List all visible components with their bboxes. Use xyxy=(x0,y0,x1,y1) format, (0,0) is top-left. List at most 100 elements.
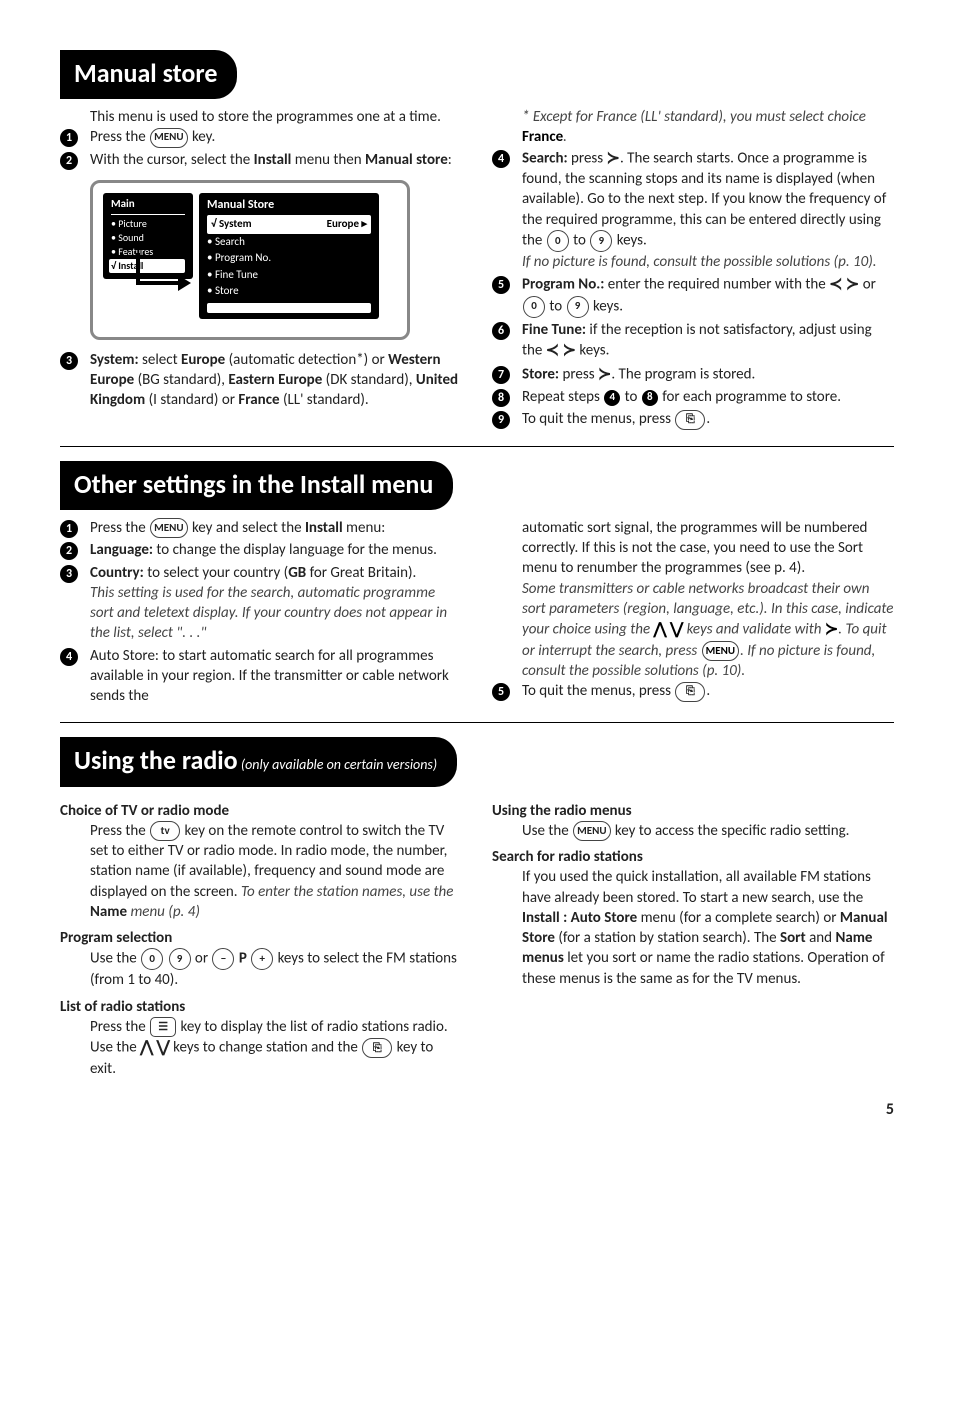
radio-right-p2: If you used the quick installation, all … xyxy=(492,867,894,989)
menu-sub-sel-right: Europe ▸ xyxy=(327,216,367,233)
rrp1a: Use the xyxy=(522,822,572,840)
step-3-bold-a: System: xyxy=(90,351,139,369)
step-3-bold-d: Eastern Europe xyxy=(228,371,322,389)
step-number-5: 5 xyxy=(492,276,510,294)
os5-text-b: . xyxy=(706,682,710,700)
step-2-text-a: With the cursor, select the xyxy=(90,151,254,169)
os1-c: menu: xyxy=(343,519,386,537)
france-note: * Except for France (LL' standard), you … xyxy=(492,107,894,148)
s6-text-b: keys. xyxy=(576,341,609,359)
step-3-text-a: select xyxy=(139,351,181,369)
rrp2a: If you used the quick installation, all … xyxy=(522,868,871,906)
s4-bold: Search: xyxy=(522,149,568,167)
rp1ia: To enter the station names, use the xyxy=(241,883,454,901)
step-2-bold-b: Manual store xyxy=(365,151,448,169)
menu-sub-panel: Manual Store √ System Europe ▸ • Search … xyxy=(199,193,379,319)
step-number-2: 2 xyxy=(60,152,78,170)
os3-italic: This setting is used for the search, aut… xyxy=(90,583,462,644)
right-arrow-icon: ≻ xyxy=(598,365,611,384)
left-arrow-icon: ≺ xyxy=(829,275,842,294)
step-number-2: 2 xyxy=(60,542,78,560)
rrp2c: (for a station by station search). The xyxy=(555,929,780,947)
radio-p1: Press the tv key on the remote control t… xyxy=(60,821,462,922)
step-number-1: 1 xyxy=(60,129,78,147)
os2-text: to change the display language for the m… xyxy=(153,541,437,559)
rp2a: Use the xyxy=(90,950,140,968)
radio-right-h2: Search for radio stations xyxy=(492,847,894,867)
rp3a: Press the xyxy=(90,1018,149,1036)
s5-text-c: keys. xyxy=(590,297,623,315)
exit-key-icon: ⎘ xyxy=(362,1038,392,1058)
os1-b: key and select the xyxy=(189,519,305,537)
radio-title-a: Using the radio xyxy=(74,744,238,776)
step-3-text-b: (automatic detection*) or xyxy=(225,351,388,369)
menu-sub-item: • Store xyxy=(207,283,371,300)
section-title-other-settings: Other settings in the Install menu xyxy=(60,461,453,510)
step-1-suffix: key. xyxy=(189,128,216,146)
step-number-5: 5 xyxy=(492,683,510,701)
key-0-icon: 0 xyxy=(547,230,569,252)
key-0-icon: 0 xyxy=(523,296,545,318)
rp1a: Press the xyxy=(90,822,149,840)
radio-h2: Program selection xyxy=(60,928,462,948)
step-3-bold-f: France xyxy=(238,391,279,409)
radio-h3: List of radio stations xyxy=(60,997,462,1017)
step-number-7: 7 xyxy=(492,366,510,384)
menu-sub-title: Manual Store xyxy=(207,197,371,215)
s7-text-a: press xyxy=(559,365,598,383)
menu-sub-item: • Program No. xyxy=(207,250,371,267)
step-2-bold-a: Install xyxy=(254,151,292,169)
key-9-icon: 9 xyxy=(590,230,612,252)
page-number: 5 xyxy=(60,1099,894,1121)
key-0-icon: 0 xyxy=(141,948,163,970)
os3-text-a: to select your country ( xyxy=(144,564,288,582)
tv-radio-key-icon: tv xyxy=(150,821,180,841)
menu-sub-item: • Search xyxy=(207,234,371,251)
list-key-icon: ☰ xyxy=(150,1017,176,1037)
s4-italic: If no picture is found, consult the poss… xyxy=(522,252,894,272)
step-1-text: Press the xyxy=(90,128,149,146)
menu-sub-item-selected: √ System Europe ▸ xyxy=(207,215,371,234)
os2-bold: Language: xyxy=(90,541,153,559)
up-arrow-icon: ⋀ xyxy=(140,1038,153,1057)
menu-sub-item: • Fine Tune xyxy=(207,267,371,284)
step-3-text-e: (I standard) or xyxy=(145,391,238,409)
rp2b: or xyxy=(192,950,212,968)
step-ref-8: 8 xyxy=(642,390,658,406)
os3-text-b: for Great Britain). xyxy=(306,564,416,582)
rrb1: Install : Auto Store xyxy=(522,909,637,927)
menu-key-icon: MENU xyxy=(702,641,739,661)
france-note-b: . xyxy=(563,128,567,146)
s7-bold: Store: xyxy=(522,365,559,383)
menu-main-item: • Sound xyxy=(111,231,185,245)
rrp2e: let you sort or name the radio stations.… xyxy=(522,949,885,987)
rp2p: P xyxy=(235,950,250,968)
rrb3: Sort xyxy=(780,929,806,947)
step-number-6: 6 xyxy=(492,322,510,340)
s9-text-a: To quit the menus, press xyxy=(522,410,674,428)
right-arrow-icon: ≻ xyxy=(825,620,838,639)
os1-a: Press the xyxy=(90,519,149,537)
step-3-text-f: (LL' standard). xyxy=(280,391,369,409)
radio-p3: Press the ☰ key to display the list of r… xyxy=(60,1017,462,1079)
section-title-radio: Using the radio (only available on certa… xyxy=(60,737,457,786)
s5-mid: to xyxy=(546,297,566,315)
os5-text-a: To quit the menus, press xyxy=(522,682,674,700)
os-ri-b: keys and validate with xyxy=(683,621,825,639)
step-number-9: 9 xyxy=(492,411,510,429)
radio-h1: Choice of TV or radio mode xyxy=(60,801,462,821)
s6-bold: Fine Tune: xyxy=(522,321,586,339)
os3-bold-a: Country: xyxy=(90,564,144,582)
plus-key-icon: + xyxy=(251,948,273,970)
section-divider xyxy=(60,722,894,723)
s8-text-a: Repeat steps xyxy=(522,388,603,406)
key-9-icon: 9 xyxy=(169,948,191,970)
s8-text-b: for each programme to store. xyxy=(659,388,841,406)
menu-key-icon: MENU xyxy=(150,518,187,538)
section-title-manual-store: Manual store xyxy=(60,50,237,99)
exit-key-icon: ⎘ xyxy=(675,682,705,702)
rp3c: keys to change station and the xyxy=(170,1039,361,1057)
os-right-cont: automatic sort signal, the programmes wi… xyxy=(492,518,894,579)
s5-bold: Program No.: xyxy=(522,276,604,294)
step-ref-4: 4 xyxy=(604,390,620,406)
